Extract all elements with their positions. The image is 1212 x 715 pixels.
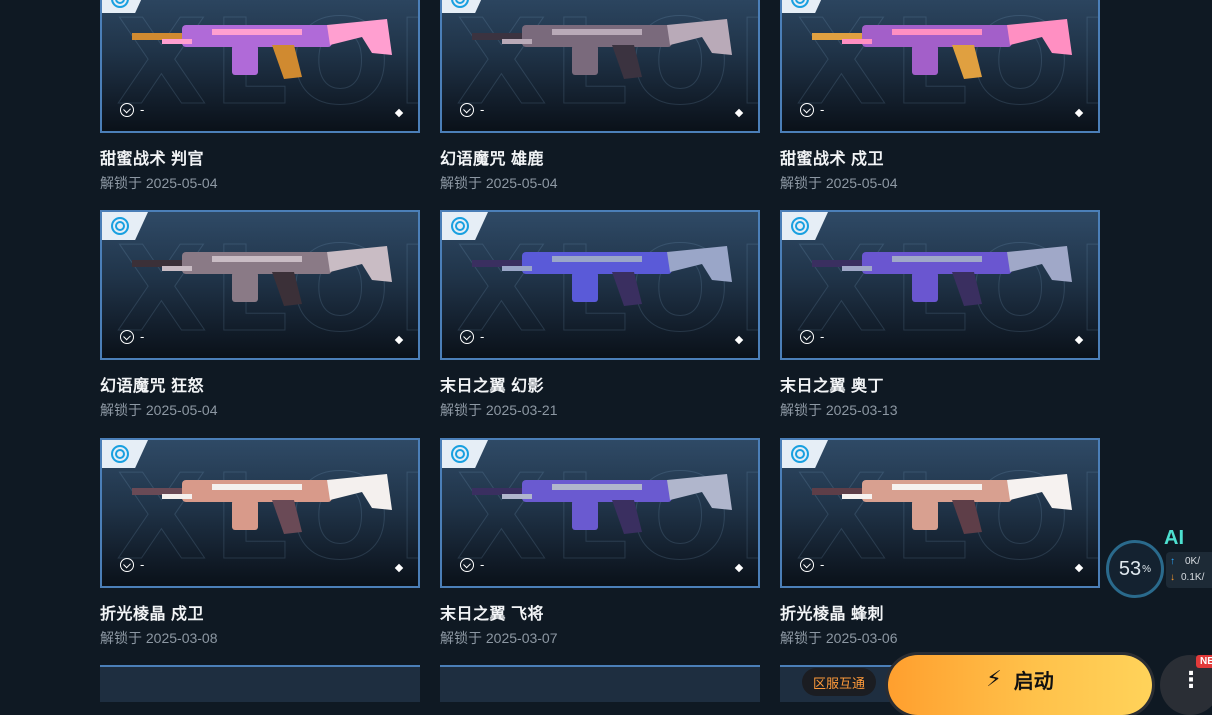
unlock-date: 解锁于 2025-03-07 (440, 630, 558, 646)
gauge-percent-sign: % (1142, 563, 1152, 575)
unlock-date: 解锁于 2025-05-04 (100, 175, 218, 191)
skin-thumbnail[interactable]: XLOI - (780, 0, 1100, 133)
skin-card[interactable]: XLOI - 末日之翼 奥丁 解锁于 2025-03-13 (780, 210, 1100, 420)
skin-grid: XLOI - 甜蜜战术 判官 解锁于 2025-05-04 XLOI - 幻语魔咒 雄鹿 解锁… (0, 0, 1212, 700)
unlock-date: 解锁于 2025-03-13 (780, 402, 898, 418)
unlock-date: 解锁于 2025-03-06 (780, 630, 898, 646)
skin-card[interactable]: XLOI - 折光棱晶 戍卫 解锁于 2025-03-08 (100, 438, 420, 648)
download-arrow-icon: ↓ (1170, 572, 1175, 583)
price-value: - (820, 329, 825, 344)
skin-card[interactable]: XLOI - 甜蜜战术 判官 解锁于 2025-05-04 (100, 0, 420, 193)
skin-name: 甜蜜战术 判官 (100, 151, 204, 168)
launch-button[interactable]: ⚡ 启动 (888, 655, 1152, 715)
skin-thumbnail[interactable]: XLOI - (440, 0, 760, 133)
unlock-date: 解锁于 2025-05-04 (440, 175, 558, 191)
skin-thumbnail[interactable]: XLOI - (780, 438, 1100, 588)
new-badge: NE (1196, 655, 1212, 668)
skin-thumbnail[interactable]: XLOI - (100, 438, 420, 588)
skin-card-partial[interactable] (100, 665, 420, 702)
skin-card[interactable]: XLOI - 幻语魔咒 狂怒 解锁于 2025-05-04 (100, 210, 420, 420)
unlock-date: 解锁于 2025-05-04 (100, 402, 218, 418)
skin-thumbnail[interactable]: XLOI - (780, 210, 1100, 360)
price-value: - (480, 329, 485, 344)
currency-icon (800, 102, 814, 117)
weapon-skin-image (812, 246, 1072, 306)
skin-card-partial[interactable] (440, 665, 760, 702)
weapon-skin-image (132, 19, 392, 79)
unlock-date: 解锁于 2025-03-21 (440, 402, 558, 418)
launch-label: 启动 (1013, 670, 1054, 693)
unlock-date: 解锁于 2025-03-08 (100, 630, 218, 646)
price-display: - (460, 102, 484, 117)
skin-name: 折光棱晶 蜂刺 (780, 606, 884, 623)
weapon-skin-image (472, 474, 732, 534)
price-display: - (120, 102, 144, 117)
weapon-skin-image (472, 246, 732, 306)
price-display: - (800, 329, 824, 344)
price-value: - (480, 102, 485, 117)
currency-icon (120, 557, 134, 572)
skin-thumbnail[interactable]: XLOI - (440, 438, 760, 588)
skin-name: 末日之翼 奥丁 (780, 378, 884, 395)
price-value: - (140, 102, 145, 117)
currency-icon (460, 329, 474, 344)
skin-thumbnail[interactable]: XLOI - (100, 210, 420, 360)
ai-label: AI (1164, 527, 1184, 549)
lightning-icon: ⚡ (986, 666, 1002, 691)
price-display: - (800, 557, 824, 572)
skin-name: 折光棱晶 戍卫 (100, 606, 204, 623)
price-value: - (140, 329, 145, 344)
skin-name: 甜蜜战术 戍卫 (780, 151, 884, 168)
upload-speed: 0K/ (1185, 556, 1201, 567)
download-speed: 0.1K/ (1181, 572, 1205, 583)
weapon-skin-image (812, 19, 1072, 79)
currency-icon (800, 329, 814, 344)
price-value: - (140, 557, 145, 572)
price-display: - (800, 102, 824, 117)
skin-card[interactable]: XLOI - 末日之翼 幻影 解锁于 2025-03-21 (440, 210, 760, 420)
skin-name: 幻语魔咒 狂怒 (100, 378, 204, 395)
ai-monitor-widget[interactable]: AI 53% ↑ 0K/ ↓ 0.1K/ (1104, 527, 1212, 610)
skin-name: 末日之翼 飞将 (440, 606, 544, 623)
currency-icon (800, 557, 814, 572)
price-display: - (460, 557, 484, 572)
price-display: - (120, 329, 144, 344)
price-display: - (120, 557, 144, 572)
skin-card[interactable]: XLOI - 幻语魔咒 雄鹿 解锁于 2025-05-04 (440, 0, 760, 193)
skin-card[interactable]: XLOI - 甜蜜战术 戍卫 解锁于 2025-05-04 (780, 0, 1100, 193)
network-speed: ↑ 0K/ ↓ 0.1K/ (1166, 552, 1212, 588)
weapon-skin-image (812, 474, 1072, 534)
skin-thumbnail[interactable]: XLOI - (440, 210, 760, 360)
skin-card[interactable]: XLOI - 末日之翼 飞将 解锁于 2025-03-07 (440, 438, 760, 648)
region-interop-button[interactable]: 区服互通 (802, 668, 876, 696)
currency-icon (120, 329, 134, 344)
skin-thumbnail[interactable]: XLOI - (100, 0, 420, 133)
gauge-percent: 53 (1118, 557, 1142, 580)
skin-card[interactable]: XLOI - 折光棱晶 蜂刺 解锁于 2025-03-06 (780, 438, 1100, 648)
unlock-date: 解锁于 2025-05-04 (780, 175, 898, 191)
cpu-gauge: 53% (1106, 540, 1164, 598)
weapon-skin-image (472, 19, 732, 79)
currency-icon (460, 557, 474, 572)
currency-icon (460, 102, 474, 117)
price-value: - (820, 557, 825, 572)
currency-icon (120, 102, 134, 117)
price-value: - (820, 102, 825, 117)
upload-arrow-icon: ↑ (1170, 556, 1175, 567)
price-display: - (460, 329, 484, 344)
weapon-skin-image (132, 474, 392, 534)
skin-name: 末日之翼 幻影 (440, 378, 544, 395)
skin-name: 幻语魔咒 雄鹿 (440, 151, 544, 168)
weapon-skin-image (132, 246, 392, 306)
price-value: - (480, 557, 485, 572)
